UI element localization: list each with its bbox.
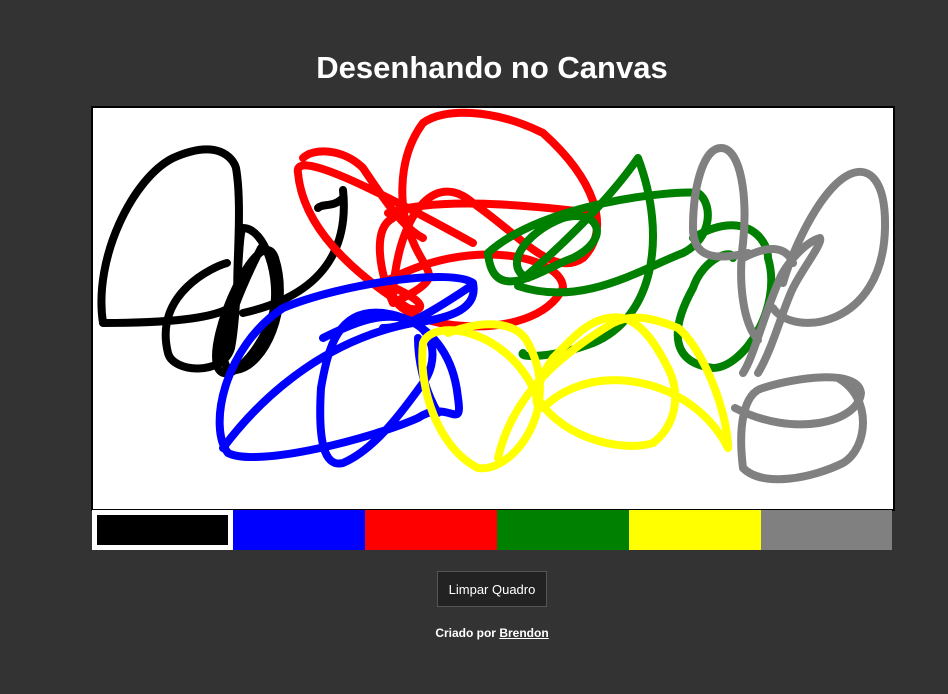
author-link[interactable]: Brendon xyxy=(499,626,548,640)
color-swatch-blue[interactable] xyxy=(233,510,365,550)
color-palette xyxy=(92,510,892,550)
clear-board-button[interactable]: Limpar Quadro xyxy=(437,571,547,607)
drawing-canvas[interactable] xyxy=(91,106,895,511)
page: Desenhando no Canvas Limpar Quadro Criad… xyxy=(0,0,948,694)
stroke-yellow xyxy=(418,313,732,473)
stroke-black xyxy=(97,145,348,378)
color-swatch-black[interactable] xyxy=(92,510,233,550)
stroke-blue xyxy=(215,273,478,468)
footer-credit: Criado por Brendon xyxy=(0,626,948,640)
page-title: Desenhando no Canvas xyxy=(316,50,668,85)
drawing-surface[interactable] xyxy=(93,108,893,509)
color-swatch-yellow[interactable] xyxy=(629,510,761,550)
stroke-gray xyxy=(689,144,890,484)
footer-prefix: Criado por xyxy=(435,626,496,640)
color-swatch-green[interactable] xyxy=(497,510,629,550)
color-swatch-gray[interactable] xyxy=(761,510,892,550)
color-swatch-red[interactable] xyxy=(365,510,497,550)
